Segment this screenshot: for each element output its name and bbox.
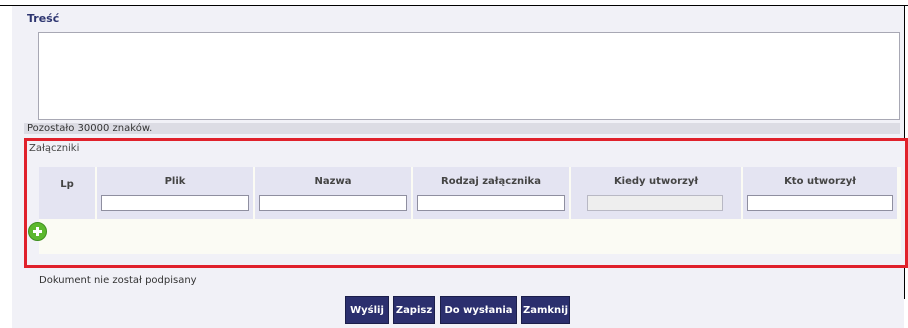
column-kto: Kto utworzył — [743, 167, 897, 219]
kto-input[interactable] — [747, 195, 893, 211]
column-header-kiedy: Kiedy utworzył — [613, 176, 699, 187]
column-kiedy: Kiedy utworzył — [571, 167, 741, 219]
form-panel: Treść Pozostało 30000 znaków. Załączniki… — [12, 6, 908, 328]
attachments-label: Załączniki — [29, 143, 80, 154]
content-label: Treść — [27, 12, 60, 25]
column-header-lp: Lp — [60, 179, 74, 190]
to-send-button[interactable]: Do wysłania — [440, 296, 517, 324]
column-lp: Lp — [39, 167, 95, 219]
attachments-table: Lp Plik Nazwa Rodzaj załącznika Kiedy ut… — [39, 167, 901, 254]
send-button[interactable]: Wyślij — [345, 296, 389, 324]
rodzaj-input[interactable] — [417, 195, 565, 211]
column-nazwa: Nazwa — [255, 167, 411, 219]
column-header-nazwa: Nazwa — [314, 176, 352, 187]
close-button[interactable]: Zamknij — [521, 296, 570, 324]
kiedy-input — [587, 195, 723, 211]
character-counter: Pozostało 30000 znaków. — [24, 123, 900, 134]
nazwa-input[interactable] — [259, 195, 407, 211]
content-textarea[interactable] — [38, 32, 900, 120]
column-rodzaj: Rodzaj załącznika — [413, 167, 569, 219]
column-plik: Plik — [97, 167, 253, 219]
attachments-section: Załączniki Lp Plik Nazwa Rodzaj załączni… — [24, 138, 908, 268]
save-button[interactable]: Zapisz — [393, 296, 435, 324]
plik-input[interactable] — [101, 195, 249, 211]
column-header-kto: Kto utworzył — [784, 176, 856, 187]
column-header-rodzaj: Rodzaj załącznika — [441, 176, 541, 187]
plus-circle-icon[interactable] — [28, 222, 47, 241]
signature-status: Dokument nie został podpisany — [39, 275, 197, 286]
column-header-plik: Plik — [164, 176, 186, 187]
